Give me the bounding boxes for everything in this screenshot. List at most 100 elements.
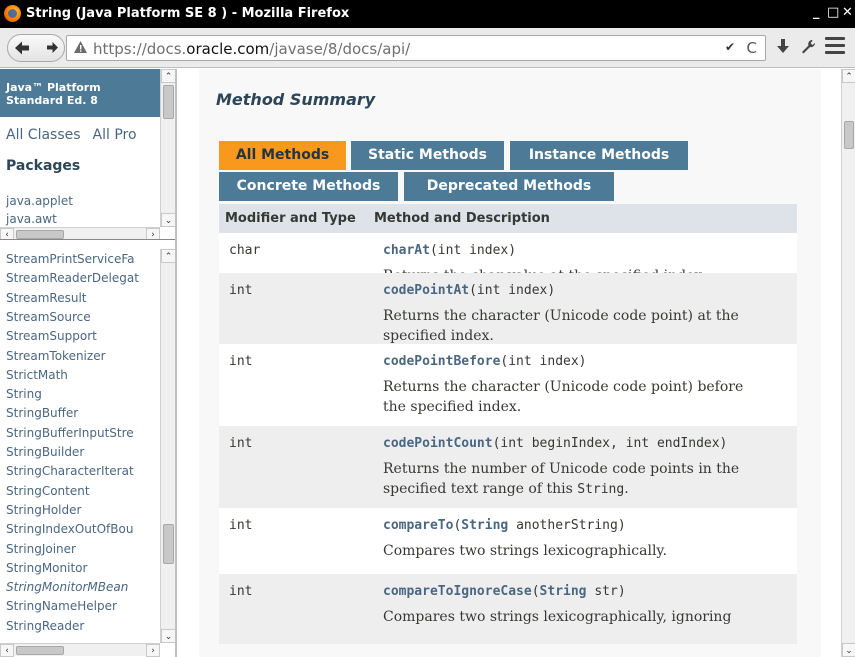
tab-static-methods[interactable]: Static Methods: [351, 141, 504, 170]
description-line: specified index.: [383, 328, 494, 344]
method-link[interactable]: codePointBefore: [383, 354, 500, 369]
window-title: String (Java Platform SE 8 ) - Mozilla F…: [26, 6, 350, 21]
method-description: Returns the character (Unicode code poin…: [383, 377, 783, 417]
package-link[interactable]: java.awt: [6, 212, 57, 226]
method-params: (int index): [500, 354, 587, 369]
scrollbar-thumb[interactable]: [163, 524, 174, 564]
tab-deprecated-methods[interactable]: Deprecated Methods: [404, 172, 614, 201]
method-description: Returns the character (Unicode code poin…: [383, 306, 783, 346]
all-classes-link[interactable]: All Classes: [6, 127, 81, 143]
class-link[interactable]: StrictMath: [6, 368, 68, 382]
method-link[interactable]: codePointAt: [383, 283, 469, 298]
class-link[interactable]: StreamSource: [6, 310, 91, 324]
table-row: charcharAt(int index)Returns the char va…: [219, 233, 797, 284]
warning-icon: [73, 40, 88, 58]
tab-instance-methods[interactable]: Instance Methods: [510, 141, 688, 170]
method-signature: codePointCount(int beginIndex, int endIn…: [383, 436, 727, 451]
method-signature: charAt(int index): [383, 243, 516, 258]
all-profiles-link[interactable]: All Pro: [93, 127, 137, 143]
description-line: Compares two strings lexicographically, …: [383, 609, 732, 625]
scroll-right-arrow-icon[interactable]: ›: [146, 644, 160, 657]
class-frame-vertical-scrollbar[interactable]: ⌃ ⌄: [160, 249, 175, 643]
main-vertical-scrollbar[interactable]: ⌃ ⌄: [841, 69, 855, 657]
wrench-icon[interactable]: [800, 38, 816, 60]
package-link[interactable]: java.applet: [6, 194, 73, 208]
scroll-up-arrow-icon[interactable]: ⌃: [161, 249, 175, 263]
scroll-right-arrow-icon[interactable]: ›: [146, 228, 160, 239]
scrollbar-thumb[interactable]: [16, 230, 64, 239]
tab-all-methods[interactable]: All Methods: [219, 141, 346, 170]
scroll-left-arrow-icon[interactable]: ‹: [0, 228, 14, 239]
type-link[interactable]: String: [461, 518, 508, 533]
class-link[interactable]: String: [6, 387, 42, 401]
main-content: Method Summary All Methods Static Method…: [179, 69, 841, 657]
method-link[interactable]: charAt: [383, 243, 430, 258]
url-text[interactable]: https://docs.oracle.com/javase/8/docs/ap…: [93, 40, 410, 58]
return-type: int: [229, 436, 253, 451]
class-link[interactable]: StreamSupport: [6, 329, 97, 343]
class-link[interactable]: StringMonitorMBean: [6, 580, 128, 594]
minimize-button[interactable]: _: [813, 5, 820, 20]
class-link[interactable]: StringReader: [6, 619, 84, 633]
maximize-button[interactable]: □: [827, 5, 839, 20]
scrollbar-thumb[interactable]: [844, 121, 854, 149]
method-link[interactable]: compareTo: [383, 518, 453, 533]
reload-icon[interactable]: C: [747, 39, 757, 57]
url-dropdown-icon[interactable]: ✔: [725, 40, 735, 54]
scroll-down-arrow-icon[interactable]: ⌄: [161, 629, 175, 643]
navigation-toolbar: https://docs.oracle.com/javase/8/docs/ap…: [0, 28, 855, 68]
method-params: anotherString): [508, 518, 626, 533]
class-frame-horizontal-scrollbar[interactable]: ‹ ›: [0, 643, 160, 657]
hamburger-menu-icon[interactable]: [825, 37, 845, 57]
column-header-modifier: Modifier and Type: [225, 211, 356, 226]
scroll-down-arrow-icon[interactable]: ⌄: [842, 643, 855, 657]
table-header: Modifier and Type Method and Description: [219, 204, 797, 233]
return-type: int: [229, 518, 253, 533]
scroll-left-arrow-icon[interactable]: ‹: [0, 644, 14, 657]
close-button[interactable]: ✕: [842, 5, 853, 20]
method-params: (int index): [429, 243, 517, 258]
scroll-up-arrow-icon[interactable]: ⌃: [842, 69, 855, 83]
method-link[interactable]: codePointCount: [383, 436, 493, 451]
table-row: int compareTo(String anotherString) Compar…: [219, 508, 797, 574]
type-link[interactable]: String: [540, 584, 587, 599]
class-link[interactable]: StringIndexOutOfBou: [6, 522, 133, 536]
platform-banner: Java™ Platform Standard Ed. 8: [0, 69, 160, 117]
class-link[interactable]: StreamReaderDelegat: [6, 271, 139, 285]
download-icon[interactable]: [776, 38, 790, 60]
method-params: (int index): [469, 283, 556, 298]
class-link[interactable]: StringBuffer: [6, 406, 78, 420]
class-link[interactable]: StringHolder: [6, 503, 81, 517]
class-link[interactable]: StringMonitor: [6, 561, 87, 575]
class-link[interactable]: StringContent: [6, 484, 90, 498]
package-frame-horizontal-scrollbar[interactable]: ‹ ›: [0, 227, 160, 239]
tab-concrete-methods[interactable]: Concrete Methods: [219, 172, 398, 201]
window-titlebar: String (Java Platform SE 8 ) - Mozilla F…: [0, 0, 855, 28]
class-link[interactable]: StringJoiner: [6, 542, 76, 556]
forward-button[interactable]: [41, 36, 63, 60]
back-arrow-icon: [15, 41, 29, 55]
table-row: int codePointAt(int index) Returns the cha…: [219, 273, 797, 344]
scroll-down-arrow-icon[interactable]: ⌄: [161, 213, 175, 227]
scroll-up-arrow-icon[interactable]: ⌃: [161, 69, 175, 83]
package-frame-vertical-scrollbar[interactable]: ⌃ ⌄: [160, 69, 175, 227]
class-link[interactable]: StringBufferInputStre: [6, 426, 134, 440]
class-link[interactable]: StreamResult: [6, 291, 87, 305]
class-link[interactable]: StringBuilder: [6, 445, 84, 459]
description-line: Returns the character (Unicode code poin…: [383, 308, 739, 324]
description-line: specified text range of this String.: [383, 481, 629, 497]
column-header-method: Method and Description: [374, 211, 550, 226]
class-link[interactable]: StreamPrintServiceFa: [6, 252, 135, 266]
back-button[interactable]: [9, 36, 35, 60]
method-signature: codePointAt(int index): [383, 283, 555, 298]
method-signature: codePointBefore(int index): [383, 354, 587, 369]
class-link[interactable]: StringNameHelper: [6, 599, 117, 613]
scrollbar-thumb[interactable]: [16, 646, 64, 655]
class-link[interactable]: StringCharacterIterat: [6, 464, 134, 478]
method-signature: compareToIgnoreCase(String str): [383, 584, 626, 599]
url-bar[interactable]: https://docs.oracle.com/javase/8/docs/ap…: [66, 35, 766, 61]
class-link[interactable]: StreamTokenizer: [6, 349, 106, 363]
method-link[interactable]: compareToIgnoreCase: [383, 584, 532, 599]
frame-links: All Classes All Pro: [6, 127, 137, 143]
scrollbar-thumb[interactable]: [163, 85, 174, 119]
